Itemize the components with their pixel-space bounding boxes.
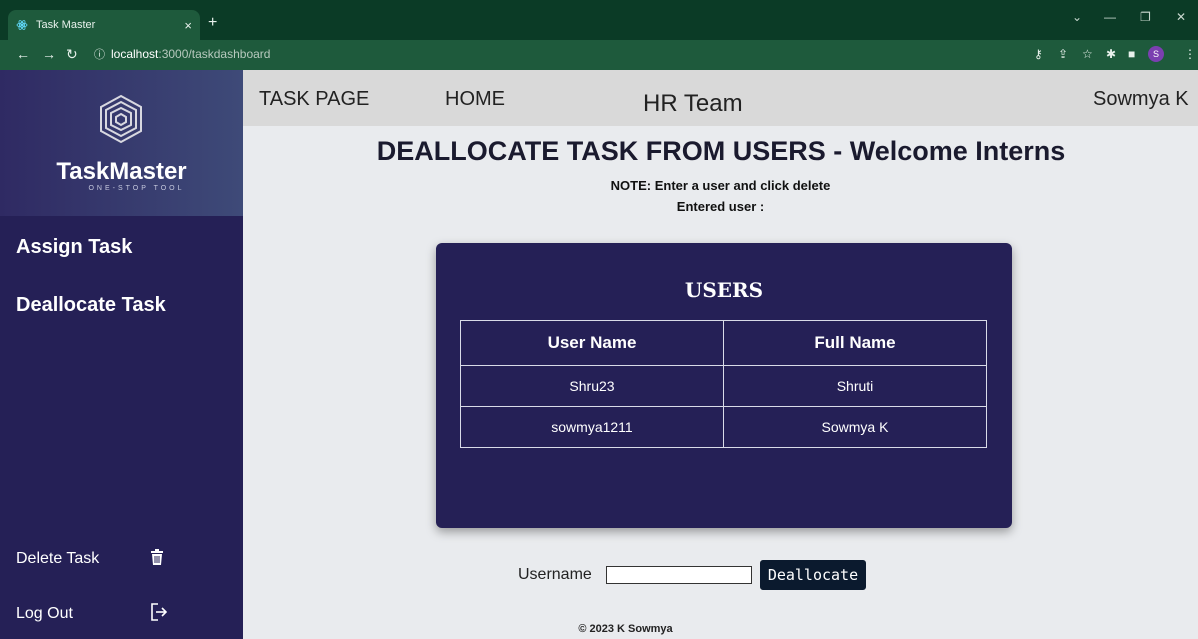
trash-icon bbox=[150, 548, 164, 570]
tab-close-icon[interactable]: × bbox=[184, 18, 192, 33]
sidebar-item-deallocate-task[interactable]: Deallocate Task bbox=[16, 294, 166, 317]
brand-tagline: ONE-STOP TOOL bbox=[88, 185, 185, 192]
table-cell: Shruti bbox=[723, 365, 987, 407]
url-path: :3000/taskdashboard bbox=[158, 47, 271, 61]
sidebar-item-delete-task[interactable]: Delete Task bbox=[16, 548, 163, 568]
sidebar-item-assign-task[interactable]: Assign Task bbox=[16, 236, 132, 259]
team-name: HR Team bbox=[643, 90, 743, 117]
url-field[interactable]: ⓘ localhost :3000/taskdashboard bbox=[94, 46, 270, 62]
entered-user-text: Entered user : bbox=[676, 199, 765, 214]
menu-icon[interactable]: ⋮ bbox=[1184, 47, 1196, 61]
table-cell: Shru23 bbox=[460, 365, 724, 407]
users-card-title: USERS bbox=[684, 278, 764, 302]
note-text: NOTE: Enter a user and click delete bbox=[610, 178, 831, 193]
footer-copyright: © 2023 K Sowmya bbox=[578, 623, 673, 635]
table-cell: Sowmya K bbox=[723, 406, 987, 448]
sidebar-item-log-out[interactable]: Log Out bbox=[16, 602, 168, 623]
minimize-icon[interactable]: — bbox=[1104, 10, 1116, 24]
brand-name: TaskMaster bbox=[56, 158, 187, 185]
logout-icon bbox=[150, 602, 168, 626]
table-cell: sowmya1211 bbox=[460, 406, 724, 448]
side-panel-icon[interactable]: ■ bbox=[1128, 47, 1135, 61]
reload-icon[interactable]: ↻ bbox=[66, 46, 78, 63]
tab-title: Task Master bbox=[36, 19, 96, 31]
table-row: sowmya1211 Sowmya K bbox=[460, 406, 987, 448]
nav-task-page[interactable]: TASK PAGE bbox=[259, 88, 369, 111]
users-card: USERS User Name Full Name Shru23 Shruti … bbox=[436, 243, 1012, 528]
deallocate-button[interactable]: Deallocate bbox=[759, 560, 867, 590]
browser-tab[interactable]: Task Master × bbox=[8, 10, 200, 40]
nav-home[interactable]: HOME bbox=[445, 88, 505, 111]
table-header-row: User Name Full Name bbox=[460, 320, 987, 366]
tab-search-icon[interactable]: ⌄ bbox=[1072, 10, 1082, 24]
column-header: Full Name bbox=[723, 320, 987, 366]
sidebar: TaskMaster ONE-STOP TOOL Assign Task Dea… bbox=[0, 70, 243, 639]
brand-area: TaskMaster ONE-STOP TOOL bbox=[0, 70, 243, 216]
extensions-icon[interactable]: ✱ bbox=[1106, 47, 1116, 61]
page-title: DEALLOCATE TASK FROM USERS - Welcome Int… bbox=[376, 136, 1066, 166]
sidebar-item-label: Delete Task bbox=[16, 550, 100, 567]
browser-titlebar: Task Master × + ⌄ — ❐ ✕ bbox=[0, 0, 1198, 40]
profile-avatar[interactable]: S bbox=[1148, 46, 1164, 62]
column-header: User Name bbox=[460, 320, 724, 366]
deallocate-form: Username Deallocate bbox=[518, 560, 867, 590]
new-tab-button[interactable]: + bbox=[208, 14, 217, 32]
restore-icon[interactable]: ❐ bbox=[1140, 10, 1151, 24]
top-nav: TASK PAGE HOME HR Team Sowmya K bbox=[243, 70, 1198, 126]
react-favicon-icon bbox=[16, 19, 28, 31]
username-input[interactable] bbox=[605, 566, 752, 584]
key-icon[interactable]: ⚷ bbox=[1034, 47, 1043, 61]
share-icon[interactable]: ⇪ bbox=[1058, 47, 1068, 61]
close-window-icon[interactable]: ✕ bbox=[1176, 10, 1186, 24]
url-host: localhost bbox=[111, 47, 159, 61]
address-bar: ← → ↻ ⓘ localhost :3000/taskdashboard ⚷ … bbox=[0, 40, 1198, 70]
site-info-icon[interactable]: ⓘ bbox=[94, 46, 105, 62]
sidebar-item-label: Log Out bbox=[16, 605, 73, 622]
back-icon[interactable]: ← bbox=[16, 46, 30, 62]
taskmaster-logo-icon bbox=[100, 94, 142, 144]
username-label: Username bbox=[518, 566, 592, 583]
table-row: Shru23 Shruti bbox=[460, 365, 987, 407]
forward-icon[interactable]: → bbox=[42, 46, 56, 62]
user-name: Sowmya K bbox=[1093, 88, 1189, 110]
bookmark-star-icon[interactable]: ☆ bbox=[1082, 47, 1093, 61]
users-table: User Name Full Name Shru23 Shruti sowmya… bbox=[460, 320, 987, 448]
